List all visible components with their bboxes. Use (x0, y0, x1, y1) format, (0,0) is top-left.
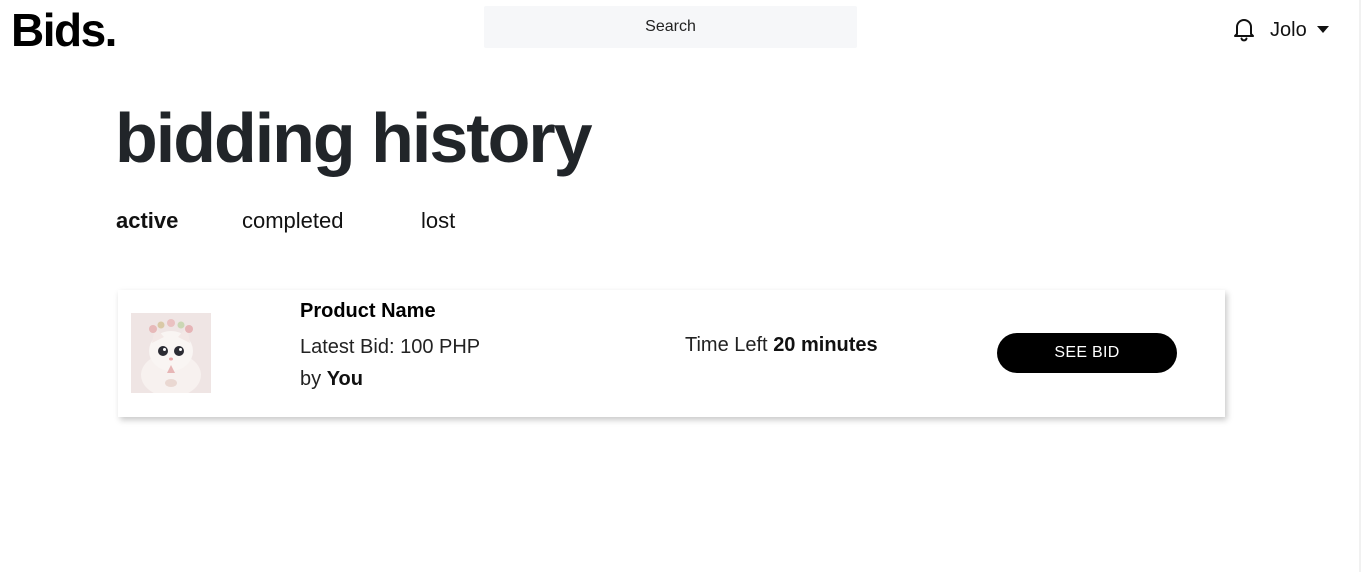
bidder-value: You (326, 368, 363, 390)
time-left: Time Left 20 minutes (685, 332, 878, 358)
bell-icon[interactable] (1232, 16, 1256, 42)
time-left-value: 20 minutes (773, 334, 878, 356)
user-menu[interactable]: Jolo (1270, 16, 1329, 44)
latest-bid: Latest Bid: 100 PHP (300, 334, 480, 360)
tab-active[interactable]: active (116, 207, 178, 235)
bidder-label: by (300, 368, 322, 390)
tab-lost[interactable]: lost (421, 207, 455, 235)
tab-completed[interactable]: completed (242, 207, 344, 235)
bid-card: Product Name Latest Bid: 100 PHP by You … (118, 290, 1225, 417)
time-left-label: Time Left (685, 334, 768, 356)
caret-down-icon (1316, 25, 1329, 33)
latest-bid-value: 100 PHP (400, 336, 481, 358)
product-image[interactable] (131, 313, 211, 393)
latest-bid-label: Latest Bid: (300, 336, 395, 358)
product-name[interactable]: Product Name (300, 298, 436, 324)
bidder: by You (300, 366, 363, 392)
user-name: Jolo (1270, 18, 1307, 41)
page-title: bidding history (115, 99, 593, 177)
see-bid-button[interactable]: SEE BID (997, 333, 1177, 373)
search-input[interactable] (484, 6, 857, 48)
logo[interactable]: Bids. (11, 4, 117, 56)
page: Bids. Jolo bidding history active comple… (0, 0, 1361, 572)
